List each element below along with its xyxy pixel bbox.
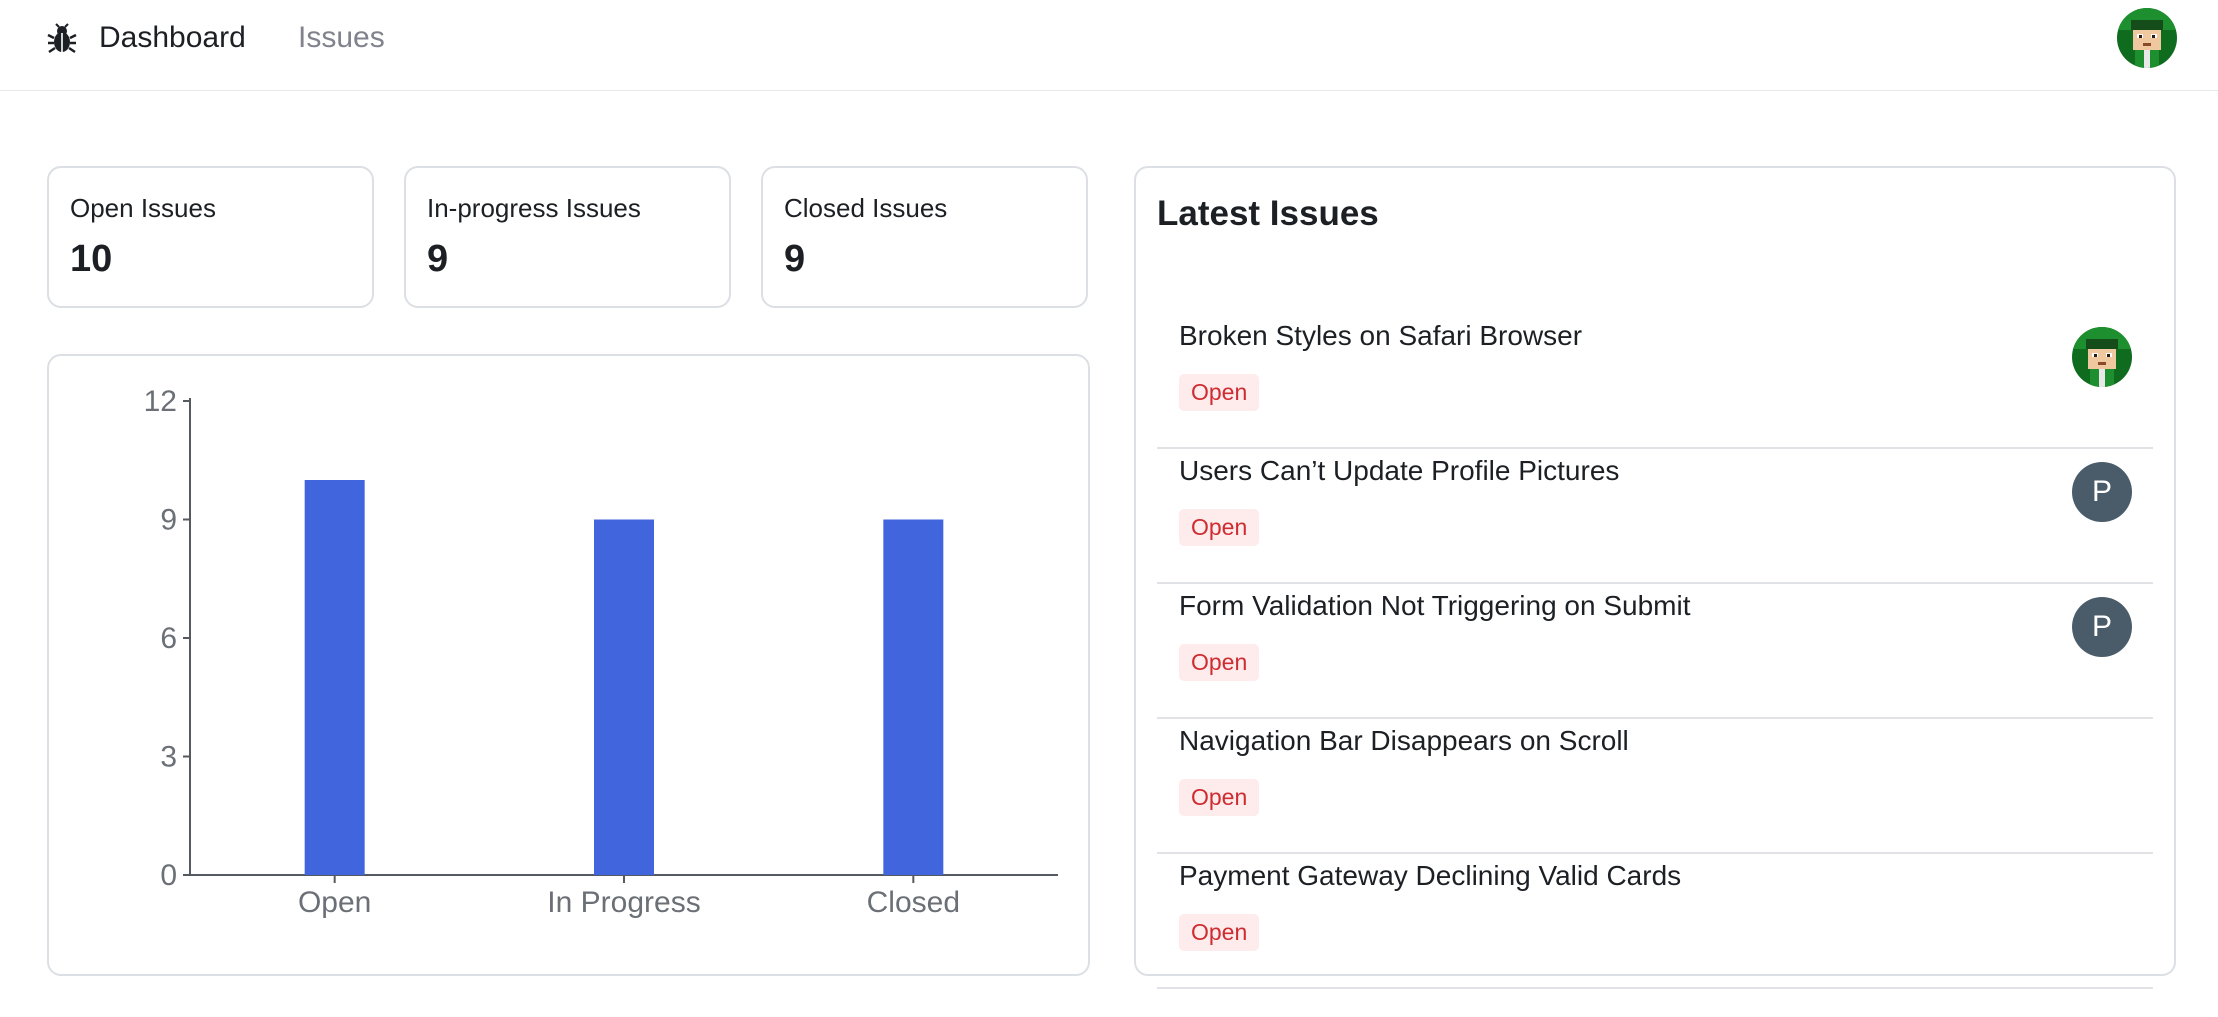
- latest-issues-title: Latest Issues: [1157, 194, 1379, 233]
- in-progress-issues-card: In-progress Issues 9: [404, 166, 731, 308]
- stat-value: 9: [784, 238, 806, 280]
- issue-title-link[interactable]: Broken Styles on Safari Browser: [1179, 314, 1582, 358]
- status-badge: Open: [1179, 779, 1260, 816]
- nav-dashboard-link[interactable]: Dashboard: [99, 20, 246, 56]
- stat-value: 10: [70, 238, 113, 280]
- y-tick-label: 12: [144, 385, 177, 418]
- assignee-avatar: P: [2072, 462, 2132, 522]
- issue-title-link[interactable]: Form Validation Not Triggering on Submit: [1179, 584, 1691, 628]
- closed-issues-card: Closed Issues 9: [761, 166, 1088, 308]
- x-tick-label: Open: [298, 886, 371, 919]
- issue-title-link[interactable]: Navigation Bar Disappears on Scroll: [1179, 719, 1629, 763]
- issue-row[interactable]: Payment Gateway Declining Valid Cards Op…: [1157, 854, 2153, 989]
- bar: [883, 519, 944, 875]
- y-tick-label: 9: [160, 504, 177, 537]
- y-tick-label: 3: [160, 741, 177, 774]
- issue-title-link[interactable]: Users Can’t Update Profile Pictures: [1179, 449, 1619, 493]
- issue-list: Broken Styles on Safari Browser Open Use…: [1157, 314, 2153, 989]
- status-badge: Open: [1179, 914, 1260, 951]
- issue-title-link[interactable]: Payment Gateway Declining Valid Cards: [1179, 854, 1681, 898]
- status-badge: Open: [1179, 374, 1260, 411]
- issue-row[interactable]: Form Validation Not Triggering on Submit…: [1157, 584, 2153, 719]
- issue-row[interactable]: Users Can’t Update Profile Pictures Open…: [1157, 449, 2153, 584]
- stat-label: Closed Issues: [784, 193, 948, 223]
- latest-issues-card: Latest Issues Broken Styles on Safari Br…: [1134, 166, 2176, 989]
- nav-issues-link[interactable]: Issues: [298, 20, 385, 56]
- stat-value: 9: [427, 238, 449, 280]
- navbar: Dashboard Issues: [0, 0, 2218, 91]
- y-tick-label: 0: [160, 859, 177, 892]
- assignee-avatar: P: [2072, 597, 2132, 657]
- stat-label: In-progress Issues: [427, 193, 641, 223]
- issue-row[interactable]: Broken Styles on Safari Browser Open: [1157, 314, 2153, 449]
- status-badge: Open: [1179, 644, 1260, 681]
- assignee-avatar: [2072, 327, 2132, 387]
- issue-row[interactable]: Navigation Bar Disappears on Scroll Open: [1157, 719, 2153, 854]
- bar: [594, 519, 654, 875]
- stat-label: Open Issues: [70, 193, 216, 223]
- user-avatar[interactable]: [2117, 8, 2177, 68]
- issues-chart-card: 0 3 6 9 12 Open In Progress Closed: [47, 354, 1090, 976]
- x-tick-label: In Progress: [547, 886, 700, 919]
- issues-bar-chart: 0 3 6 9 12 Open In Progress Closed: [144, 385, 1058, 919]
- x-tick-label: Closed: [867, 886, 960, 919]
- bug-icon[interactable]: [46, 23, 78, 55]
- status-badge: Open: [1179, 509, 1260, 546]
- bar: [304, 480, 365, 875]
- y-tick-label: 6: [160, 622, 177, 655]
- open-issues-card: Open Issues 10: [47, 166, 374, 308]
